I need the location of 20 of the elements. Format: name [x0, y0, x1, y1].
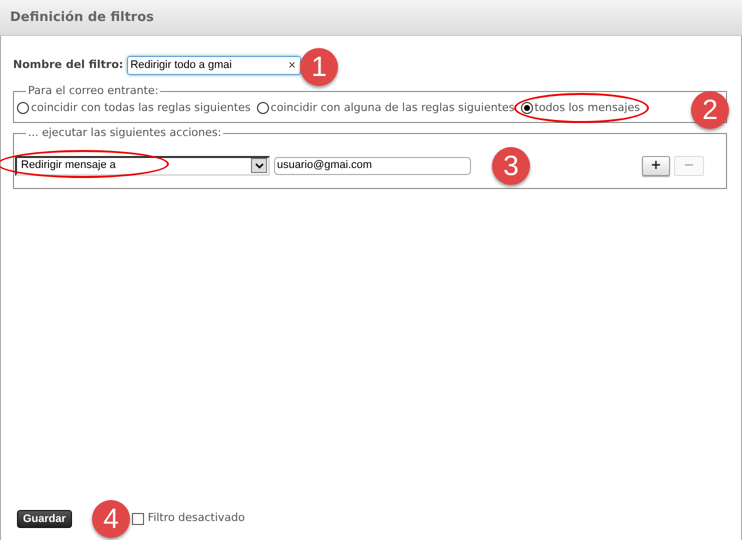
fieldset-legend: ... ejecutar las siguientes acciones:: [26, 125, 224, 142]
checkbox-label: Filtro desactivado: [148, 510, 245, 526]
action-select[interactable]: Redirigir mensaje a: [15, 156, 270, 176]
number-badge: 2: [691, 91, 729, 129]
filter-name-field[interactable]: Redirigir todo a gmai ×: [127, 56, 302, 75]
add-button[interactable]: +: [642, 156, 670, 176]
field-label: Nombre del filtro:: [13, 57, 124, 74]
clear-button[interactable]: ×: [286, 60, 298, 70]
number-badge: 1: [300, 48, 338, 86]
checkbox[interactable]: [132, 512, 144, 524]
number-badge: 4: [92, 500, 130, 538]
radio-option[interactable]: todos los mensajes: [520, 100, 640, 116]
remove-button: −: [674, 156, 704, 176]
number-badge: 3: [492, 147, 530, 185]
window-title: Definición de filtros: [10, 8, 154, 27]
email-field[interactable]: usuario@gmai.com: [274, 156, 471, 174]
radio-option[interactable]: coincidir con alguna de las reglas siguientes: [256, 100, 514, 116]
save-button[interactable]: Guardar: [17, 510, 72, 528]
fieldset-legend: Para el correo entrante:: [26, 83, 160, 100]
radio-option[interactable]: coincidir con todas las reglas siguientes: [17, 100, 251, 116]
